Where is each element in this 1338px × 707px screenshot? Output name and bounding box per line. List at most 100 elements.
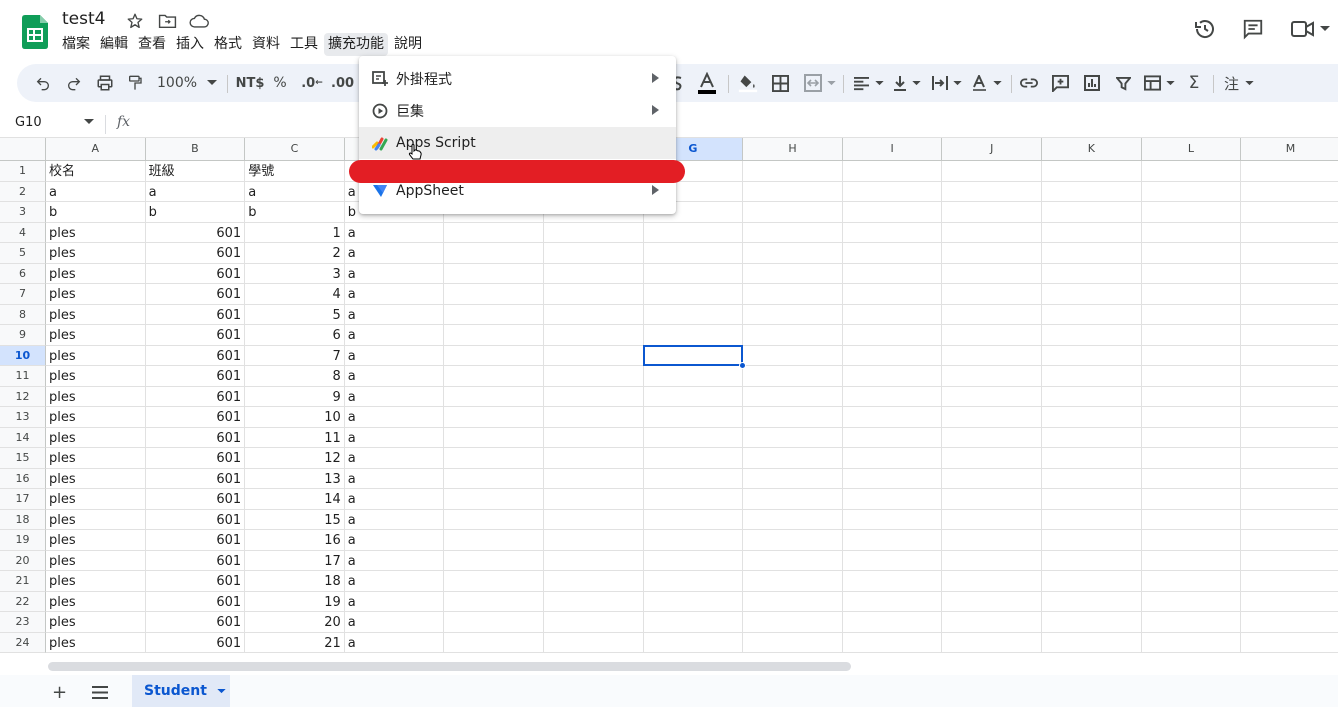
- cell-m7[interactable]: [1241, 284, 1338, 305]
- cell-l10[interactable]: [1141, 345, 1242, 366]
- cell-f4[interactable]: [544, 222, 644, 243]
- cell-a1[interactable]: 校名: [46, 161, 146, 182]
- cell-d21[interactable]: a: [344, 571, 445, 592]
- cell-e11[interactable]: [444, 366, 544, 387]
- filter-icon[interactable]: [1112, 64, 1134, 102]
- cell-j12[interactable]: [942, 386, 1042, 407]
- cell-a3[interactable]: b: [46, 202, 146, 223]
- cell-i17[interactable]: [842, 489, 943, 510]
- cell-b15[interactable]: 601: [145, 448, 246, 469]
- cell-k7[interactable]: [1042, 284, 1142, 305]
- cell-m2[interactable]: [1241, 182, 1338, 202]
- cell-m24[interactable]: [1241, 633, 1338, 653]
- decrease-decimal-button[interactable]: .0 ←: [299, 64, 325, 102]
- cell-h17[interactable]: [743, 489, 843, 510]
- row-header[interactable]: 8: [0, 304, 46, 325]
- cell-k9[interactable]: [1042, 325, 1142, 346]
- menu-view[interactable]: 查看: [134, 33, 170, 56]
- cell-c10[interactable]: 7: [245, 345, 345, 366]
- cell-j23[interactable]: [942, 612, 1042, 633]
- cell-e4[interactable]: [444, 222, 544, 243]
- cell-d7[interactable]: a: [344, 284, 445, 305]
- cell-g7[interactable]: [643, 284, 744, 305]
- cell-a11[interactable]: ples: [46, 366, 146, 387]
- cell-j20[interactable]: [942, 550, 1042, 571]
- cell-a19[interactable]: ples: [46, 530, 146, 551]
- print-icon[interactable]: [94, 64, 116, 102]
- cell-j14[interactable]: [942, 427, 1042, 448]
- cell-m16[interactable]: [1241, 469, 1338, 489]
- menu-help[interactable]: 說明: [390, 33, 426, 56]
- cell-d10[interactable]: a: [344, 345, 445, 366]
- cell-m18[interactable]: [1241, 510, 1338, 530]
- cell-g19[interactable]: [643, 530, 744, 551]
- cell-d18[interactable]: a: [344, 509, 445, 530]
- cloud-saved-icon[interactable]: [188, 11, 210, 31]
- cell-e5[interactable]: [444, 243, 544, 264]
- cell-l2[interactable]: [1141, 181, 1242, 202]
- cell-c22[interactable]: 19: [245, 591, 345, 612]
- cell-c2[interactable]: a: [245, 181, 345, 202]
- cell-k19[interactable]: [1042, 530, 1142, 551]
- cell-j8[interactable]: [942, 304, 1042, 325]
- row-header[interactable]: 22: [0, 591, 46, 612]
- cell-i10[interactable]: [842, 345, 943, 366]
- cell-c9[interactable]: 6: [245, 325, 345, 346]
- cell-c4[interactable]: 1: [245, 222, 345, 243]
- cell-i12[interactable]: [842, 386, 943, 407]
- cell-a16[interactable]: ples: [46, 468, 146, 489]
- cell-b12[interactable]: 601: [145, 386, 246, 407]
- cell-h14[interactable]: [743, 427, 843, 448]
- cell-b17[interactable]: 601: [145, 489, 246, 510]
- cell-i6[interactable]: [842, 263, 943, 284]
- cell-c17[interactable]: 14: [245, 489, 345, 510]
- cell-i22[interactable]: [842, 591, 943, 612]
- cell-h9[interactable]: [743, 325, 843, 346]
- cell-m5[interactable]: [1241, 243, 1338, 264]
- cell-j13[interactable]: [942, 407, 1042, 428]
- cell-m20[interactable]: [1241, 551, 1338, 571]
- cell-a6[interactable]: ples: [46, 263, 146, 284]
- menu-edit[interactable]: 編輯: [96, 33, 132, 56]
- cell-j22[interactable]: [942, 591, 1042, 612]
- cell-l17[interactable]: [1141, 489, 1242, 510]
- cell-b18[interactable]: 601: [145, 509, 246, 530]
- cell-k8[interactable]: [1042, 304, 1142, 325]
- cell-b20[interactable]: 601: [145, 550, 246, 571]
- menu-file[interactable]: 檔案: [58, 33, 94, 56]
- cell-j16[interactable]: [942, 468, 1042, 489]
- menu-item-macros[interactable]: 巨集: [359, 95, 676, 127]
- cell-h1[interactable]: [743, 161, 843, 182]
- cell-e16[interactable]: [444, 468, 544, 489]
- cell-m3[interactable]: [1241, 202, 1338, 223]
- add-sheet-icon[interactable]: +: [52, 682, 67, 703]
- cell-d19[interactable]: a: [344, 530, 445, 551]
- cell-a21[interactable]: ples: [46, 571, 146, 592]
- cell-d12[interactable]: a: [344, 386, 445, 407]
- cell-h5[interactable]: [743, 243, 843, 264]
- cell-f14[interactable]: [544, 427, 644, 448]
- cell-m11[interactable]: [1241, 366, 1338, 387]
- cell-d5[interactable]: a: [344, 243, 445, 264]
- cell-b5[interactable]: 601: [145, 243, 246, 264]
- cell-j15[interactable]: [942, 448, 1042, 469]
- cell-e21[interactable]: [444, 571, 544, 592]
- cell-h15[interactable]: [743, 448, 843, 469]
- cell-m8[interactable]: [1241, 305, 1338, 325]
- cell-a2[interactable]: a: [46, 181, 146, 202]
- cell-k1[interactable]: [1042, 161, 1142, 182]
- cell-e9[interactable]: [444, 325, 544, 346]
- version-history-icon[interactable]: [1190, 14, 1220, 44]
- cell-g18[interactable]: [643, 509, 744, 530]
- borders-icon[interactable]: [769, 64, 791, 102]
- cell-j1[interactable]: [942, 161, 1042, 182]
- cell-b23[interactable]: 601: [145, 612, 246, 633]
- cell-k4[interactable]: [1042, 222, 1142, 243]
- menu-item-addons[interactable]: 外掛程式: [359, 63, 676, 95]
- cell-g20[interactable]: [643, 550, 744, 571]
- cell-l11[interactable]: [1141, 366, 1242, 387]
- cell-m14[interactable]: [1241, 428, 1338, 448]
- cell-b13[interactable]: 601: [145, 407, 246, 428]
- cell-g8[interactable]: [643, 304, 744, 325]
- cell-b1[interactable]: 班級: [145, 161, 246, 182]
